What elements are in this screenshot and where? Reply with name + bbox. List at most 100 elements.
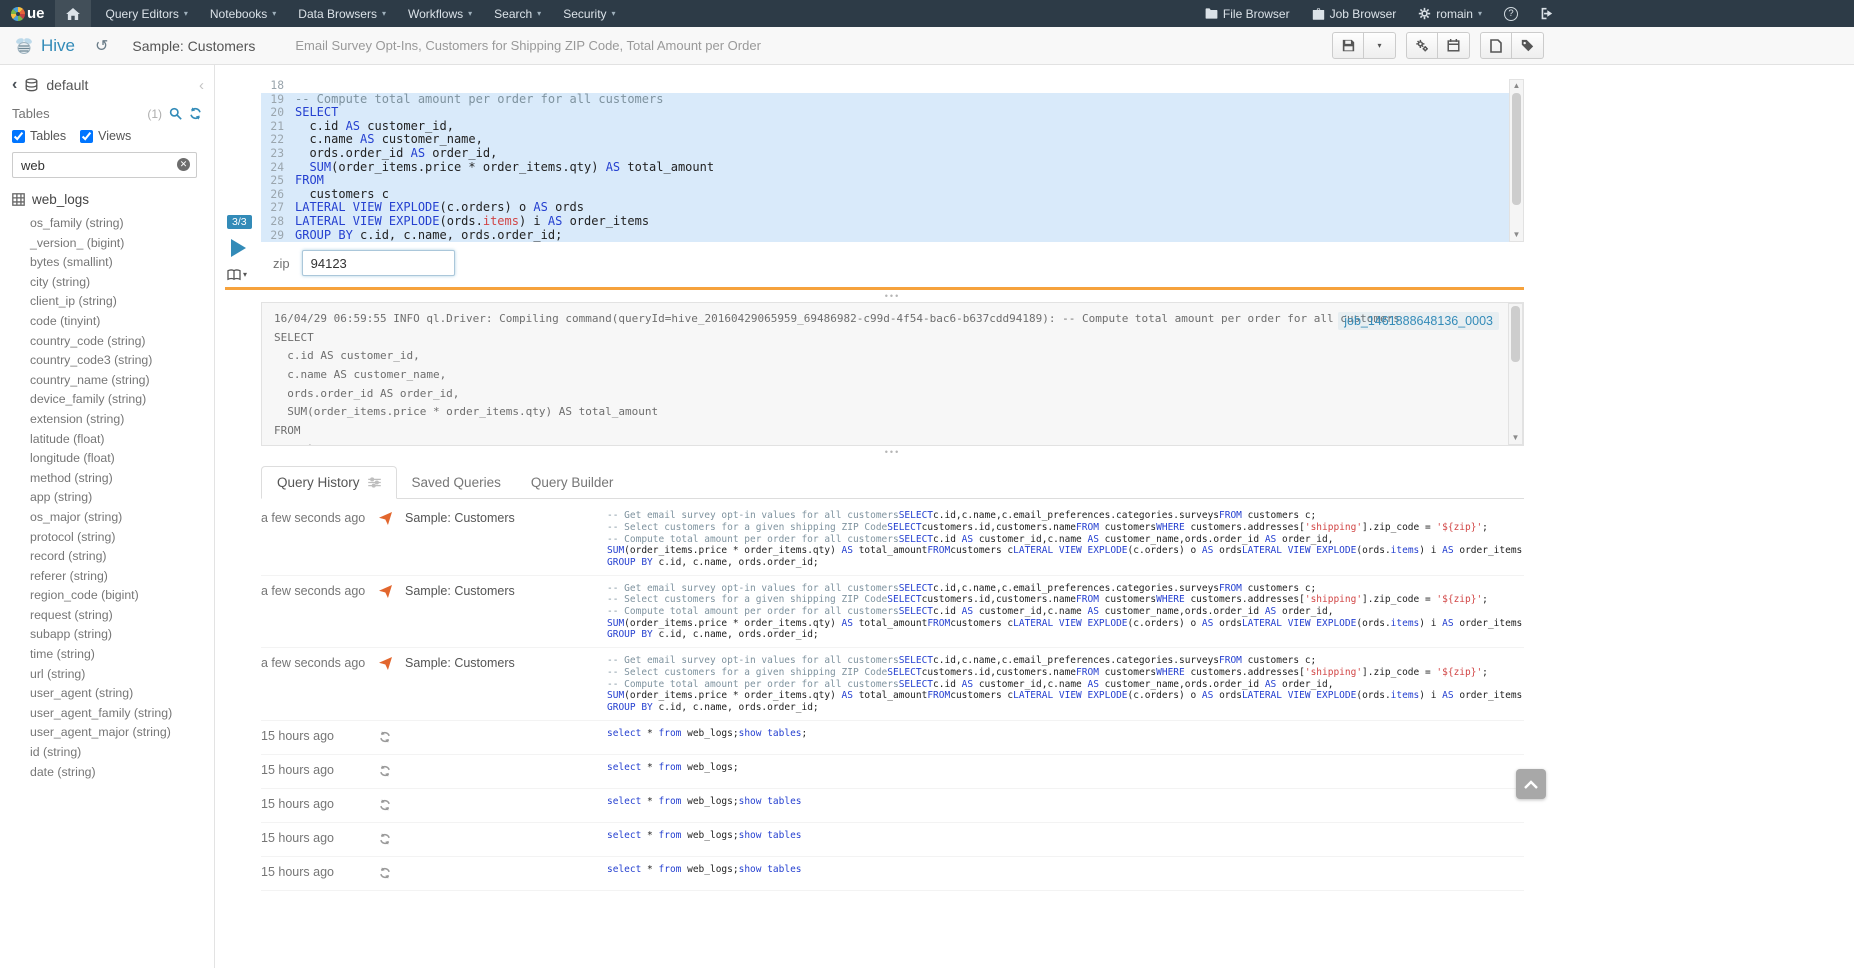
scroll-down-icon[interactable]: ▼ bbox=[1510, 229, 1523, 241]
editor-line[interactable]: 21 c.id AS customer_id, bbox=[261, 120, 1509, 134]
new-document-button[interactable] bbox=[1480, 32, 1512, 59]
editor-line[interactable]: 26 customers c bbox=[261, 188, 1509, 202]
column-item[interactable]: latitude (float) bbox=[0, 430, 214, 450]
menu-security[interactable]: Security▾ bbox=[552, 0, 626, 27]
table-item-web-logs[interactable]: web_logs bbox=[0, 182, 214, 211]
column-item[interactable]: client_ip (string) bbox=[0, 292, 214, 312]
column-item[interactable]: user_agent (string) bbox=[0, 684, 214, 704]
column-item[interactable]: request (string) bbox=[0, 606, 214, 626]
hive-app-link[interactable]: Hive bbox=[14, 36, 75, 56]
scroll-up-icon[interactable]: ▲ bbox=[1510, 80, 1523, 92]
column-item[interactable]: time (string) bbox=[0, 645, 214, 665]
editor-line[interactable]: 20SELECT bbox=[261, 106, 1509, 120]
log-scrollbar[interactable]: ▼ bbox=[1508, 303, 1523, 445]
column-item[interactable]: protocol (string) bbox=[0, 528, 214, 548]
sign-out-button[interactable] bbox=[1529, 0, 1564, 27]
schedule-button[interactable] bbox=[1438, 32, 1470, 59]
editor-line[interactable]: 18 bbox=[261, 79, 1509, 93]
column-item[interactable]: id (string) bbox=[0, 743, 214, 763]
history-row[interactable]: 15 hours agoselect * from web_logs;show … bbox=[261, 823, 1524, 857]
column-item[interactable]: bytes (smallint) bbox=[0, 253, 214, 273]
column-item[interactable]: country_code3 (string) bbox=[0, 351, 214, 371]
query-settings-button[interactable] bbox=[1406, 32, 1438, 59]
column-item[interactable]: user_agent_family (string) bbox=[0, 704, 214, 724]
history-row[interactable]: 15 hours agoselect * from web_logs; bbox=[261, 755, 1524, 789]
table-search-input[interactable] bbox=[12, 152, 197, 178]
column-item[interactable]: date (string) bbox=[0, 763, 214, 783]
scroll-to-top-button[interactable] bbox=[1516, 769, 1546, 799]
column-item[interactable]: extension (string) bbox=[0, 410, 214, 430]
editor-line[interactable]: 23 ords.order_id AS order_id, bbox=[261, 147, 1509, 161]
views-checkbox[interactable] bbox=[80, 130, 93, 143]
clear-search-icon[interactable]: ✕ bbox=[177, 158, 190, 171]
menu-workflows[interactable]: Workflows▾ bbox=[397, 0, 483, 27]
tab-saved-queries[interactable]: Saved Queries bbox=[397, 466, 516, 498]
editor-line[interactable]: 25FROM bbox=[261, 174, 1509, 188]
editor-line[interactable]: 22 c.name AS customer_name, bbox=[261, 133, 1509, 147]
filter-tables[interactable]: Tables bbox=[12, 129, 66, 143]
history-row[interactable]: 15 hours agoselect * from web_logs;show … bbox=[261, 789, 1524, 823]
code-editor[interactable]: 1819-- Compute total amount per order fo… bbox=[261, 79, 1524, 242]
column-item[interactable]: url (string) bbox=[0, 665, 214, 685]
history-row[interactable]: a few seconds agoSample: Customers-- Get… bbox=[261, 503, 1524, 576]
job-link[interactable]: job_1461888648136_0003 bbox=[1338, 312, 1499, 330]
column-item[interactable]: longitude (float) bbox=[0, 449, 214, 469]
column-item[interactable]: country_code (string) bbox=[0, 332, 214, 352]
database-row[interactable]: ‹ default ‹ bbox=[0, 73, 214, 99]
editor-line[interactable]: 28LATERAL VIEW EXPLODE(ords.items) i AS … bbox=[261, 215, 1509, 229]
menu-notebooks[interactable]: Notebooks▾ bbox=[199, 0, 287, 27]
filter-views[interactable]: Views bbox=[80, 129, 131, 143]
column-item[interactable]: code (tinyint) bbox=[0, 312, 214, 332]
recent-queries-icon[interactable]: ↺ bbox=[95, 36, 108, 56]
column-item[interactable]: record (string) bbox=[0, 547, 214, 567]
tags-button[interactable] bbox=[1512, 32, 1544, 59]
history-row[interactable]: 15 hours agoselect * from web_logs;show … bbox=[261, 721, 1524, 755]
tab-query-history[interactable]: Query History bbox=[261, 466, 397, 499]
column-item[interactable]: os_major (string) bbox=[0, 508, 214, 528]
database-name[interactable]: default bbox=[46, 77, 191, 93]
editor-line[interactable]: 29GROUP BY c.id, c.name, ords.order_id; bbox=[261, 229, 1509, 243]
variable-input[interactable] bbox=[302, 250, 455, 276]
help-button[interactable]: ? bbox=[1493, 0, 1529, 27]
column-item[interactable]: country_name (string) bbox=[0, 371, 214, 391]
job-browser-link[interactable]: Job Browser bbox=[1301, 0, 1408, 27]
collapse-panel-icon[interactable]: ‹ bbox=[199, 78, 204, 93]
refresh-icon[interactable] bbox=[189, 107, 202, 120]
hue-logo[interactable]: ue bbox=[0, 0, 55, 27]
explain-menu-button[interactable]: ▾ bbox=[227, 269, 247, 281]
search-icon[interactable] bbox=[169, 107, 182, 120]
scroll-down-icon[interactable]: ▼ bbox=[1509, 432, 1522, 444]
scrollbar-thumb[interactable] bbox=[1511, 306, 1520, 362]
column-item[interactable]: region_code (bigint) bbox=[0, 586, 214, 606]
column-item[interactable]: os_family (string) bbox=[0, 214, 214, 234]
save-button[interactable] bbox=[1332, 32, 1364, 59]
editor-scrollbar[interactable]: ▲ ▼ bbox=[1509, 79, 1524, 242]
home-button[interactable] bbox=[55, 0, 91, 27]
column-item[interactable]: _version_ (bigint) bbox=[0, 234, 214, 254]
column-item[interactable]: device_family (string) bbox=[0, 390, 214, 410]
scrollbar-thumb[interactable] bbox=[1512, 93, 1521, 205]
save-dropdown-button[interactable]: ▾ bbox=[1364, 32, 1396, 59]
user-menu[interactable]: romain ▾ bbox=[1407, 0, 1493, 27]
menu-search[interactable]: Search▾ bbox=[483, 0, 552, 27]
execute-button[interactable] bbox=[231, 239, 246, 257]
back-arrow-icon[interactable]: ‹ bbox=[12, 77, 17, 93]
resize-handle[interactable]: ••• bbox=[261, 448, 1524, 456]
editor-line[interactable]: 24 SUM(order_items.price * order_items.q… bbox=[261, 161, 1509, 175]
column-item[interactable]: method (string) bbox=[0, 469, 214, 489]
column-item[interactable]: app (string) bbox=[0, 488, 214, 508]
column-item[interactable]: subapp (string) bbox=[0, 625, 214, 645]
column-item[interactable]: user_agent_major (string) bbox=[0, 723, 214, 743]
menu-data-browsers[interactable]: Data Browsers▾ bbox=[287, 0, 397, 27]
editor-line[interactable]: 19-- Compute total amount per order for … bbox=[261, 93, 1509, 107]
file-browser-link[interactable]: File Browser bbox=[1194, 0, 1301, 27]
history-row[interactable]: 15 hours agoselect * from web_logs;show … bbox=[261, 857, 1524, 891]
history-row[interactable]: a few seconds agoSample: Customers-- Get… bbox=[261, 576, 1524, 649]
menu-query-editors[interactable]: Query Editors▾ bbox=[95, 0, 199, 27]
tables-checkbox[interactable] bbox=[12, 130, 25, 143]
history-row[interactable]: a few seconds agoSample: Customers-- Get… bbox=[261, 648, 1524, 721]
column-item[interactable]: referer (string) bbox=[0, 567, 214, 587]
tab-query-builder[interactable]: Query Builder bbox=[516, 466, 629, 498]
column-item[interactable]: city (string) bbox=[0, 273, 214, 293]
resize-handle[interactable]: ••• bbox=[261, 292, 1524, 300]
